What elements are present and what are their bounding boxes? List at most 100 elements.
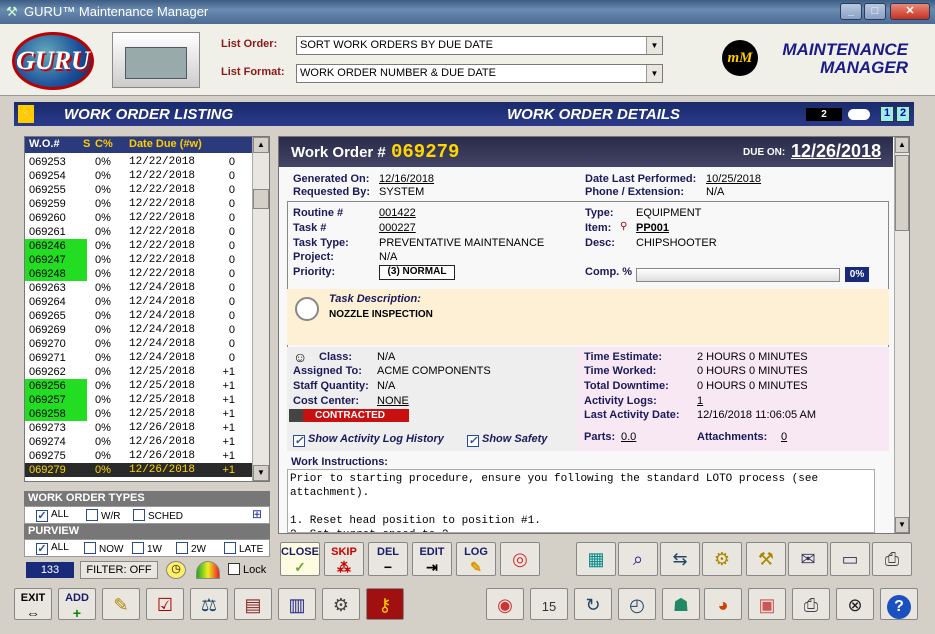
logs-value[interactable]: 1 — [697, 395, 703, 407]
skip-button[interactable]: SKIP ⁂ — [324, 542, 364, 576]
purview-1w-checkbox[interactable]: 1W — [132, 542, 162, 555]
type-wr-checkbox[interactable]: W/R — [86, 509, 120, 522]
close-wo-button[interactable]: CLOSE ✓ — [280, 542, 320, 576]
item-link-icon[interactable]: ⚲ — [620, 221, 627, 232]
email-button[interactable]: ✉ — [788, 542, 828, 576]
scroll-up-icon[interactable]: ▲ — [253, 137, 269, 153]
item-value[interactable]: PP001 — [636, 222, 669, 234]
people-button[interactable]: ⚙ — [322, 588, 360, 620]
list-item[interactable]: 069270 0% 12/24/2018 0 — [25, 337, 253, 351]
document-button[interactable]: ▭ — [830, 542, 870, 576]
key-button[interactable]: ⚷ — [366, 588, 404, 620]
chevron-down-icon[interactable]: ▼ — [646, 65, 662, 82]
list-item[interactable]: 069262 0% 12/25/2018 +1 — [25, 365, 253, 379]
list-item[interactable]: 069253 0% 12/22/2018 0 — [25, 155, 253, 169]
list-item[interactable]: 069260 0% 12/22/2018 0 — [25, 211, 253, 225]
list-order-select[interactable]: SORT WORK ORDERS BY DUE DATE ▼ — [296, 36, 663, 55]
lock-checkbox[interactable]: Lock — [228, 563, 266, 576]
priority-value[interactable]: (3) NORMAL — [379, 265, 455, 280]
list-item[interactable]: 069254 0% 12/22/2018 0 — [25, 169, 253, 183]
binoculars-button[interactable]: ⊗ — [836, 588, 874, 620]
inventory-button[interactable]: ▣ — [748, 588, 786, 620]
list-item[interactable]: 069256 0% 12/25/2018 +1 — [25, 379, 253, 393]
balance-button[interactable]: ⚖ — [190, 588, 228, 620]
purview-2w-checkbox[interactable]: 2W — [176, 542, 206, 555]
report-button[interactable]: ▥ — [278, 588, 316, 620]
tree-icon[interactable]: ⊞ — [252, 507, 262, 521]
toggle-icon[interactable] — [848, 109, 870, 120]
schedule-button[interactable]: ◴ — [618, 588, 656, 620]
close-window-button[interactable]: ✕ — [890, 3, 930, 20]
exit-button[interactable]: EXIT ⇔ — [14, 588, 52, 620]
instructions-text[interactable]: Prior to starting procedure, ensure you … — [287, 469, 875, 533]
map-button[interactable]: ☗ — [662, 588, 700, 620]
cost-button[interactable]: ⚙ — [702, 542, 742, 576]
list-item[interactable]: 069264 0% 12/24/2018 0 — [25, 295, 253, 309]
list-item[interactable]: 069257 0% 12/25/2018 +1 — [25, 393, 253, 407]
purview-all-checkbox[interactable]: ✓ ALL — [36, 542, 69, 555]
list-item[interactable]: 069274 0% 12/26/2018 +1 — [25, 435, 253, 449]
scroll-up-icon[interactable]: ▲ — [895, 137, 909, 153]
sync-button[interactable]: ◎ — [500, 542, 540, 576]
list-scrollbar[interactable]: ▲ ▼ — [252, 137, 269, 481]
list-item[interactable]: 069263 0% 12/24/2018 0 — [25, 281, 253, 295]
list-item[interactable]: 069269 0% 12/24/2018 0 — [25, 323, 253, 337]
clock-icon[interactable]: ◷ — [166, 561, 186, 579]
list-item[interactable]: 069259 0% 12/22/2018 0 — [25, 197, 253, 211]
gauge-icon[interactable] — [196, 561, 220, 579]
list-item[interactable]: 069246 0% 12/22/2018 0 — [25, 239, 253, 253]
due-date[interactable]: 12/26/2018 — [791, 141, 881, 162]
col-s[interactable]: S — [83, 138, 90, 150]
checklist-button[interactable]: ☑ — [146, 588, 184, 620]
filter-button[interactable]: FILTER: OFF — [80, 561, 158, 579]
calendar-button[interactable]: 15 — [530, 588, 568, 620]
help-button[interactable]: ? — [880, 588, 918, 620]
list-format-select[interactable]: WORK ORDER NUMBER & DUE DATE ▼ — [296, 64, 663, 83]
purview-now-checkbox[interactable]: NOW — [84, 542, 123, 555]
work-order-list[interactable]: W.O.# S C% Date Due (#w) 069253 0% 12/22/2… — [24, 136, 270, 482]
log-button[interactable]: LOG ✎ — [456, 542, 496, 576]
attach-value[interactable]: 0 — [781, 431, 787, 443]
delete-button[interactable]: DEL − — [368, 542, 408, 576]
search-button[interactable]: ⌕ — [618, 542, 658, 576]
show-safety-checkbox[interactable]: ✓ Show Safety — [467, 433, 547, 447]
list-item[interactable]: 069258 0% 12/25/2018 +1 — [25, 407, 253, 421]
scroll-down-icon[interactable]: ▼ — [895, 517, 909, 533]
list-item[interactable]: 069265 0% 12/24/2018 0 — [25, 309, 253, 323]
calendar-view-button[interactable]: ▤ — [234, 588, 272, 620]
minimize-button[interactable]: _ — [840, 3, 862, 20]
view-button[interactable]: ▦ — [576, 542, 616, 576]
scroll-down-icon[interactable]: ▼ — [253, 465, 269, 481]
type-all-checkbox[interactable]: ✓ ALL — [36, 509, 69, 522]
target-button[interactable]: ◉ — [486, 588, 524, 620]
list-item[interactable]: 069261 0% 12/22/2018 0 — [25, 225, 253, 239]
list-item[interactable]: 069273 0% 12/26/2018 +1 — [25, 421, 253, 435]
edit-tool-button[interactable]: ✎ — [102, 588, 140, 620]
col-wo[interactable]: W.O.# — [29, 138, 60, 150]
print-report-button[interactable]: ⎙ — [792, 588, 830, 620]
list-item[interactable]: 069247 0% 12/22/2018 0 — [25, 253, 253, 267]
maximize-button[interactable]: □ — [864, 3, 886, 20]
list-item[interactable]: 069248 0% 12/22/2018 0 — [25, 267, 253, 281]
parts-value[interactable]: 0.0 — [621, 431, 636, 443]
transfer-button[interactable]: ⇆ — [660, 542, 700, 576]
purview-late-checkbox[interactable]: LATE — [224, 542, 263, 555]
list-item[interactable]: 069275 0% 12/26/2018 +1 — [25, 449, 253, 463]
list-item[interactable]: 069255 0% 12/22/2018 0 — [25, 183, 253, 197]
add-button[interactable]: ADD + — [58, 588, 96, 620]
col-date[interactable]: Date Due (#w) — [129, 138, 202, 150]
chart-button[interactable]: ◕ — [704, 588, 742, 620]
page-2-button[interactable]: 2 — [896, 106, 910, 122]
tools-button[interactable]: ⚒ — [746, 542, 786, 576]
cost-value[interactable]: NONE — [377, 395, 409, 407]
page-1-button[interactable]: 1 — [880, 106, 894, 122]
refresh-button[interactable]: ↻ — [574, 588, 612, 620]
chevron-down-icon[interactable]: ▼ — [646, 37, 662, 54]
show-log-checkbox[interactable]: ✓ Show Activity Log History — [293, 433, 444, 447]
task-value[interactable]: 000227 — [379, 222, 416, 234]
scroll-thumb[interactable] — [253, 189, 269, 209]
routine-value[interactable]: 001422 — [379, 207, 416, 219]
edit-button[interactable]: EDIT ⇥ — [412, 542, 452, 576]
list-item[interactable]: 069279 0% 12/26/2018 +1 — [25, 463, 253, 477]
col-pct[interactable]: C% — [95, 138, 113, 150]
